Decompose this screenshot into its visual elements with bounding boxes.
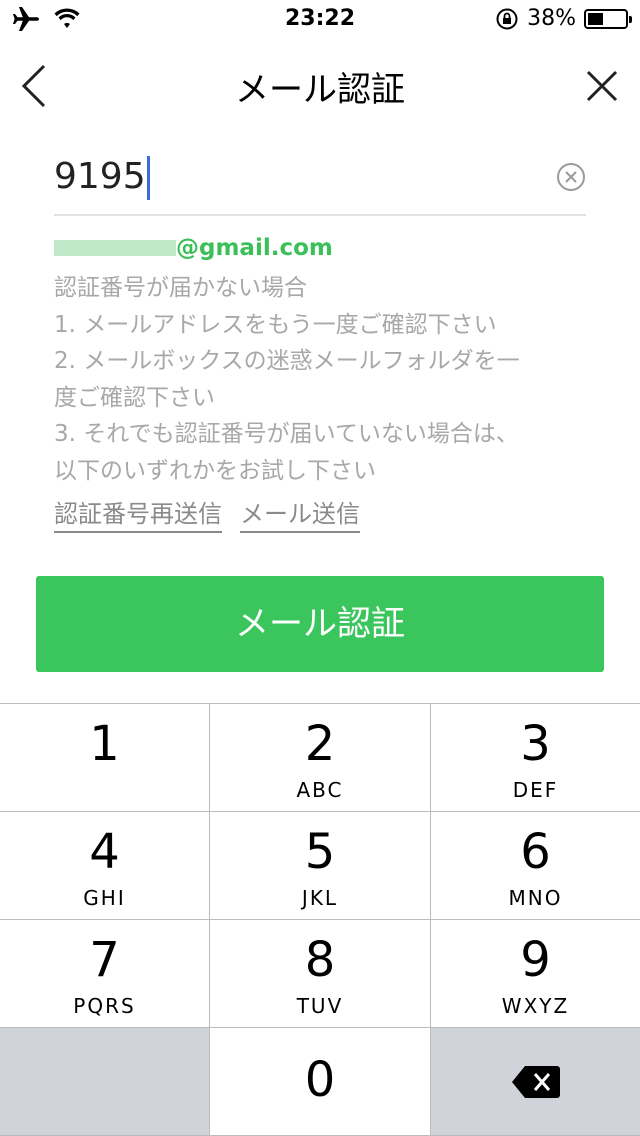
help-step: 1. メールアドレスをもう一度ご確認下さい <box>54 311 497 338</box>
close-button[interactable] <box>582 62 622 110</box>
key-letters: JKL <box>301 886 339 910</box>
email-address: @gmail.com <box>54 232 333 264</box>
key-digit: 4 <box>89 824 120 880</box>
key-letters: MNO <box>508 886 563 910</box>
help-links: 認証番号再送信 メール送信 <box>54 494 360 533</box>
key-4[interactable]: 4 GHI <box>0 812 209 919</box>
clear-circle-icon <box>557 163 585 191</box>
verification-code-field[interactable]: 9195 <box>54 150 586 216</box>
key-6[interactable]: 6 MNO <box>431 812 640 919</box>
key-digit: 3 <box>520 716 551 772</box>
key-letters: ABC <box>296 778 344 802</box>
backspace-icon <box>511 1066 560 1098</box>
status-right: 38% <box>495 6 632 31</box>
key-5[interactable]: 5 JKL <box>210 812 430 919</box>
key-digit: 1 <box>89 716 120 772</box>
key-digit: 7 <box>89 932 120 988</box>
close-icon <box>586 70 618 102</box>
resend-code-link[interactable]: 認証番号再送信 <box>54 494 222 533</box>
key-8[interactable]: 8 TUV <box>210 920 430 1027</box>
key-letters: TUV <box>296 994 344 1018</box>
nav-bar: メール認証 <box>0 40 640 130</box>
key-letters: WXYZ <box>501 994 570 1018</box>
keypad-row: 1 2 ABC 3 DEF <box>0 703 640 811</box>
battery-percent: 38% <box>527 6 576 31</box>
key-digit: 5 <box>304 824 336 880</box>
key-delete[interactable] <box>431 1028 640 1135</box>
key-7[interactable]: 7 PQRS <box>0 920 209 1027</box>
code-input-text: 9195 <box>54 156 146 197</box>
key-digit: 9 <box>520 932 551 988</box>
numeric-keypad: 1 2 ABC 3 DEF 4 GHI 5 JKL 6 MNO 7 PQRS 8 TUV 9 W… <box>0 703 640 1136</box>
key-digit: 0 <box>304 1052 336 1108</box>
status-bar: 23:22 38% <box>0 0 640 40</box>
help-step: 度ご確認下さい <box>54 384 215 411</box>
help-step: 2. メールボックスの迷惑メールフォルダを一 <box>54 348 520 374</box>
key-2[interactable]: 2 ABC <box>210 704 430 811</box>
help-text: 認証番号が届かない場合 1. メールアドレスをもう一度ご確認下さい 2. メール… <box>54 270 594 489</box>
verify-email-button[interactable]: メール認証 <box>36 576 604 672</box>
key-letters: DEF <box>512 778 559 802</box>
code-input-value: 9195 <box>54 156 150 200</box>
key-0[interactable]: 0 <box>210 1028 430 1135</box>
key-letters: PQRS <box>73 994 136 1018</box>
key-digit: 2 <box>304 716 336 772</box>
battery-icon <box>584 8 632 29</box>
key-1[interactable]: 1 <box>0 704 209 811</box>
help-step: 以下のいずれかをお試し下さい <box>54 457 376 484</box>
key-3[interactable]: 3 DEF <box>431 704 640 811</box>
text-caret <box>146 156 150 200</box>
keypad-row: 0 <box>0 1027 640 1135</box>
key-blank <box>0 1028 209 1135</box>
clear-input-button[interactable] <box>556 162 586 192</box>
key-letters: GHI <box>83 886 126 910</box>
key-9[interactable]: 9 WXYZ <box>431 920 640 1027</box>
key-digit: 8 <box>304 932 336 988</box>
key-digit: 6 <box>520 824 551 880</box>
page-title: メール認証 <box>235 70 405 110</box>
rotation-lock-icon <box>496 8 518 29</box>
help-heading: 認証番号が届かない場合 <box>54 275 307 301</box>
help-step: 3. それでも認証番号が届いていない場合は、 <box>54 421 519 447</box>
email-domain: @gmail.com <box>176 235 333 261</box>
keypad-row: 7 PQRS 8 TUV 9 WXYZ <box>0 919 640 1027</box>
send-mail-link[interactable]: メール送信 <box>240 494 360 533</box>
email-redacted-blur <box>54 240 176 256</box>
keypad-row: 4 GHI 5 JKL 6 MNO <box>0 811 640 919</box>
